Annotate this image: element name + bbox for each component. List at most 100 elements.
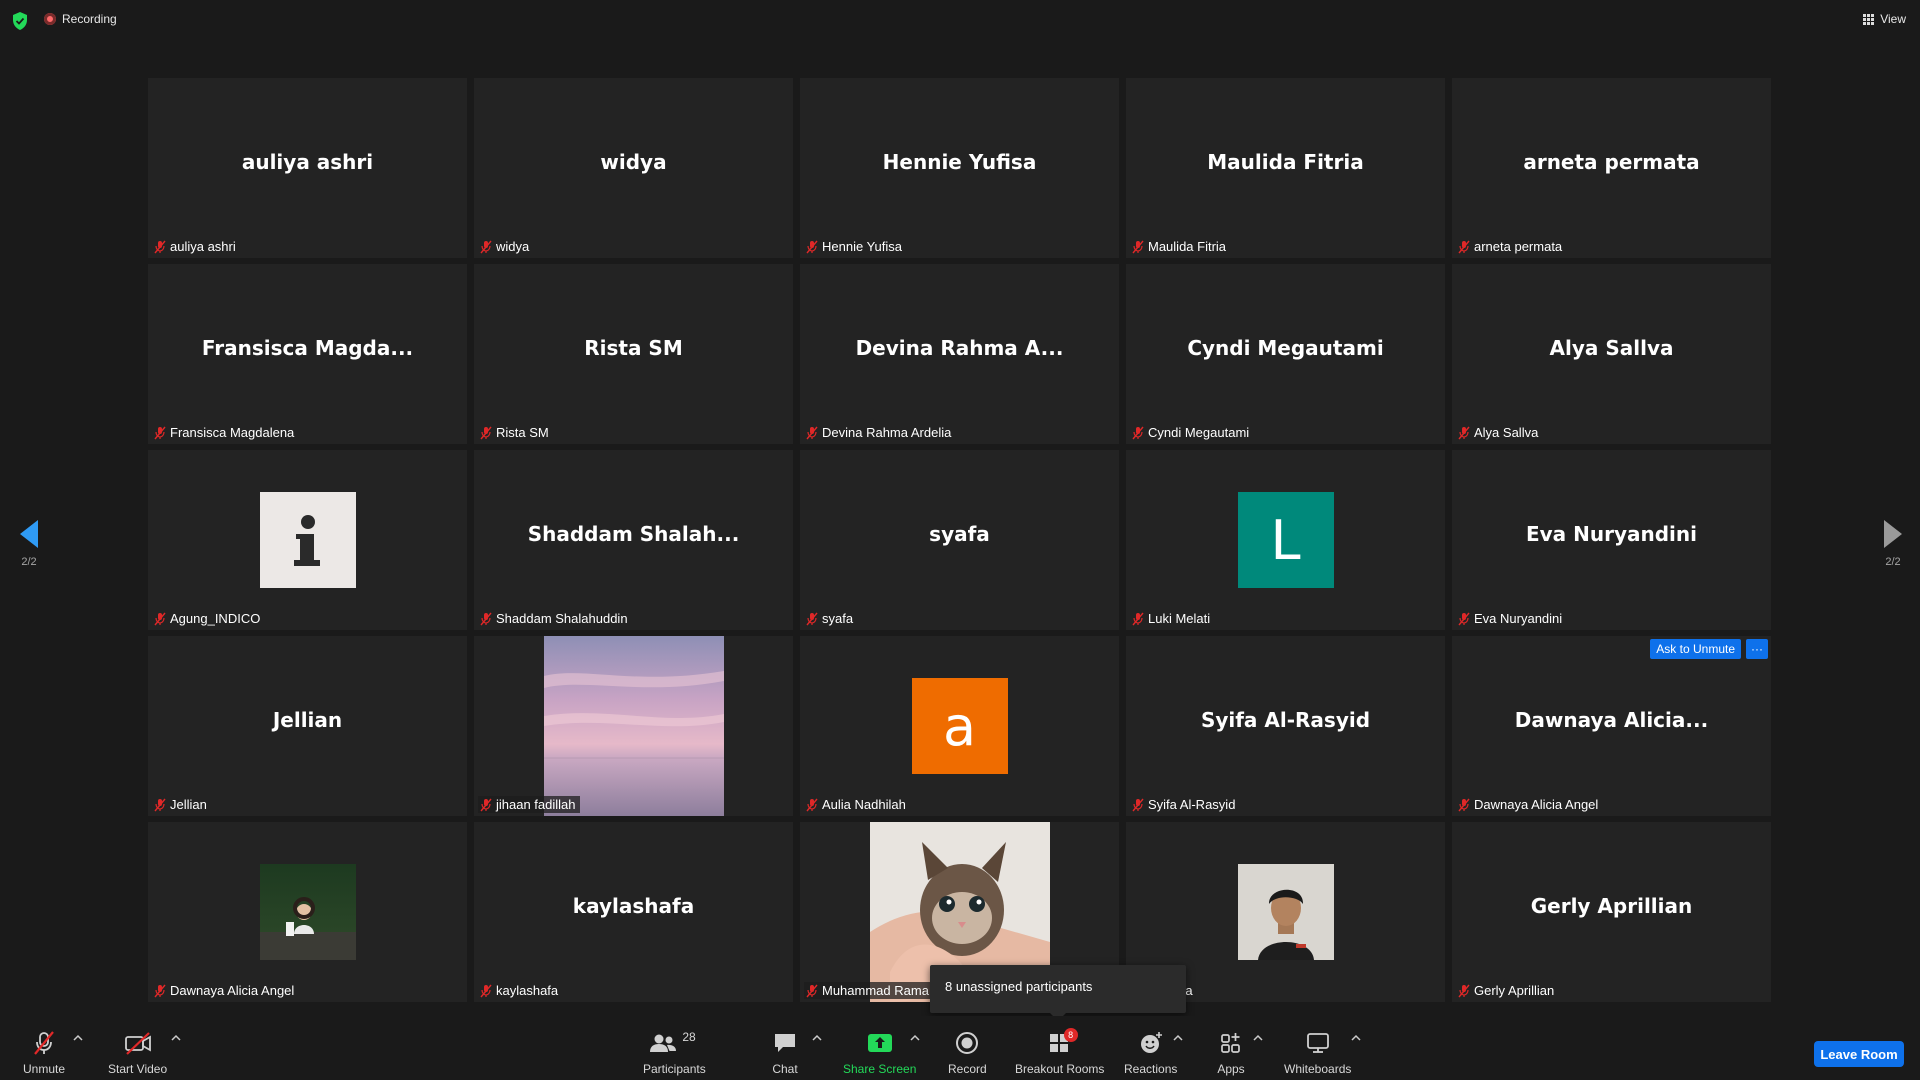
apps-icon (1221, 1033, 1240, 1053)
participant-tile[interactable]: Eva Nuryandini Eva Nuryandini (1452, 450, 1771, 630)
recording-indicator[interactable]: Recording (44, 12, 117, 26)
participant-name-text: Muhammad Rama (822, 983, 929, 998)
apps-label: Apps (1217, 1062, 1245, 1076)
participant-name-label: arneta permata (1456, 238, 1566, 255)
whiteboard-icon (1306, 1033, 1329, 1053)
participant-name-label: jihaan fadillah (478, 796, 580, 813)
record-button[interactable]: Record (948, 1030, 987, 1076)
video-options-caret-icon[interactable] (171, 1034, 181, 1042)
participant-tile[interactable]: Alya Sallva Alya Sallva (1452, 264, 1771, 444)
participant-tile[interactable]: Fransisca Magda... Fransisca Magdalena (148, 264, 467, 444)
participant-tile[interactable]: a Aulia Nadhilah (800, 636, 1119, 816)
chat-button[interactable]: Chat (770, 1030, 800, 1076)
participants-count: 28 (682, 1030, 696, 1044)
tooltip-text: 8 unassigned participants (945, 979, 1093, 994)
participant-name-label: Maulida Fitria (1130, 238, 1230, 255)
participant-tile[interactable]: Gerly Aprillian Gerly Aprillian (1452, 822, 1771, 1002)
participant-tile[interactable]: syafa syafa (800, 450, 1119, 630)
next-page-button[interactable]: 2/2 (1873, 520, 1913, 568)
video-off-icon (124, 1032, 151, 1055)
microphone-muted-icon (154, 798, 166, 811)
microphone-muted-icon (1458, 240, 1470, 253)
participant-tile[interactable]: Hennie Yufisa Hennie Yufisa (800, 78, 1119, 258)
start-video-button[interactable]: Start Video (108, 1030, 167, 1076)
participant-tile[interactable]: Syifa Al-Rasyid Syifa Al-Rasyid (1126, 636, 1445, 816)
ask-to-unmute-button[interactable]: Ask to Unmute (1650, 639, 1741, 659)
participant-tile[interactable]: Dawnaya Alicia... Ask to Unmute ··· Dawnaya… (1452, 636, 1771, 816)
record-label: Record (948, 1062, 987, 1076)
view-button[interactable]: View (1863, 12, 1906, 26)
avatar: L (1237, 492, 1334, 588)
participant-tile[interactable]: Cyndi Megautami Cyndi Megautami (1126, 264, 1445, 444)
participant-display-name: Alya Sallva (1549, 336, 1674, 360)
young-man-photo (1237, 864, 1334, 960)
participant-tile[interactable]: jihaan fadillah (474, 636, 793, 816)
view-label: View (1880, 12, 1906, 26)
participant-name-text: Agung_INDICO (170, 611, 261, 626)
participants-label: Participants (643, 1062, 706, 1076)
participant-tile[interactable]: widya widya (474, 78, 793, 258)
chat-bubble-icon (775, 1034, 795, 1052)
participant-tile[interactable]: kaylashafa kaylashafa (474, 822, 793, 1002)
security-shield-icon[interactable] (12, 12, 28, 30)
share-screen-label: Share Screen (843, 1062, 917, 1076)
whiteboards-label: Whiteboards (1284, 1062, 1352, 1076)
participant-display-name: syafa (929, 522, 990, 546)
leave-room-button[interactable]: Leave Room (1814, 1041, 1904, 1067)
page-indicator: 2/2 (21, 556, 37, 568)
participants-button[interactable]: 28 Participants (643, 1030, 706, 1076)
participant-tile[interactable]: Devina Rahma A... Devina Rahma Ardelia (800, 264, 1119, 444)
participant-display-name: Hennie Yufisa (882, 150, 1037, 174)
participant-name-text: Eva Nuryandini (1474, 611, 1563, 626)
participant-tile[interactable]: Maulida Fitria Maulida Fitria (1126, 78, 1445, 258)
unmute-button[interactable]: Unmute (23, 1030, 65, 1076)
meeting-window: Recording View 2/2 2/2 auliya ashri auliy… (0, 0, 1920, 1080)
participant-display-name: Syifa Al-Rasyid (1200, 708, 1371, 732)
participant-name-label: Shaddam Shalahuddin (478, 610, 632, 627)
breakout-rooms-button[interactable]: 8 Breakout Rooms (1015, 1028, 1105, 1076)
previous-page-button[interactable]: 2/2 (9, 520, 49, 568)
microphone-muted-icon (1132, 612, 1144, 625)
participant-tile[interactable]: Dawnaya Alicia Angel (148, 822, 467, 1002)
microphone-muted-icon (34, 1031, 54, 1055)
recording-dot-icon (44, 13, 56, 25)
microphone-muted-icon (1458, 426, 1470, 439)
participant-name-label: Agung_INDICO (152, 610, 264, 627)
participant-tile[interactable]: Rista SM Rista SM (474, 264, 793, 444)
participant-display-name: widya (600, 150, 667, 174)
microphone-muted-icon (806, 984, 818, 997)
participant-tile[interactable]: arneta permata arneta permata (1452, 78, 1771, 258)
smiley-face-icon (1140, 1032, 1162, 1053)
chat-options-caret-icon[interactable] (812, 1034, 822, 1042)
share-options-caret-icon[interactable] (910, 1034, 920, 1042)
participant-tile[interactable]: Agung_INDICO (148, 450, 467, 630)
participant-tile[interactable]: auliya ashri auliya ashri (148, 78, 467, 258)
participant-display-name: Fransisca Magda... (201, 336, 414, 360)
participant-name-label: Eva Nuryandini (1456, 610, 1566, 627)
participant-tile[interactable]: Shaddam Shalah... Shaddam Shalahuddin (474, 450, 793, 630)
participant-display-name: kaylashafa (572, 894, 695, 918)
participant-name-text: Rista SM (496, 425, 549, 440)
participant-display-name: Maulida Fitria (1207, 150, 1364, 174)
participant-tile[interactable]: L Luki Melati (1126, 450, 1445, 630)
whiteboards-button[interactable]: Whiteboards (1284, 1030, 1351, 1076)
reactions-button[interactable]: Reactions (1124, 1030, 1177, 1076)
participant-name-label: Jellian (152, 796, 211, 813)
microphone-muted-icon (480, 612, 492, 625)
more-options-button[interactable]: ··· (1746, 639, 1768, 659)
participant-name-text: Dawnaya Alicia Angel (170, 983, 295, 998)
breakout-rooms-label: Breakout Rooms (1015, 1062, 1105, 1076)
apps-button[interactable]: Apps (1216, 1030, 1246, 1076)
girl-cafe-photo (259, 864, 356, 960)
participant-name-label: widya (478, 238, 533, 255)
unmute-label: Unmute (23, 1062, 66, 1076)
reactions-options-caret-icon[interactable] (1173, 1034, 1183, 1042)
participant-name-label: Aulia Nadhilah (804, 796, 910, 813)
participant-tile[interactable]: Jellian Jellian (148, 636, 467, 816)
whiteboards-options-caret-icon[interactable] (1351, 1034, 1361, 1042)
participant-display-name: Shaddam Shalah... (527, 522, 740, 546)
participant-name-label: Hennie Yufisa (804, 238, 906, 255)
share-screen-button[interactable]: Share Screen (843, 1030, 916, 1076)
apps-options-caret-icon[interactable] (1253, 1034, 1263, 1042)
audio-options-caret-icon[interactable] (73, 1034, 83, 1042)
